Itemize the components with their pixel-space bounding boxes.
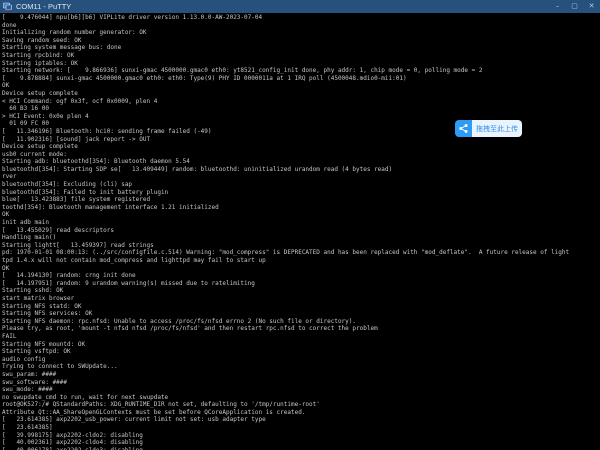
terminal-line: Starting NFS statd: OK xyxy=(2,303,600,311)
terminal-line: Starting rpcbind: OK xyxy=(2,52,600,60)
terminal-line: Starting iptables: OK xyxy=(2,60,600,68)
terminal-line: Attribute Qt::AA_ShareOpenGLContexts mus… xyxy=(2,409,600,417)
terminal-line: bluetoothd[354]: Excluding (cli) sap xyxy=(2,181,600,189)
terminal-line: Trying to connect to SWUpdate... xyxy=(2,363,600,371)
terminal-line: swu_software: #### xyxy=(2,379,600,387)
terminal-line: [ 23.614385] xyxy=(2,424,600,432)
terminal-line: Device setup complete xyxy=(2,143,600,151)
terminal-line: root@OK527:/# QStandardPaths: XDG_RUNTIM… xyxy=(2,401,600,409)
maximize-button[interactable]: ▢ xyxy=(566,0,583,13)
terminal-line: Device setup complete xyxy=(2,90,600,98)
terminal-line: [ 23.614385] axp2202_usb_power: current … xyxy=(2,416,600,424)
terminal-line: [ 9.476044] npu[b6][b6] VIPLite driver v… xyxy=(2,14,600,22)
terminal-line: Saving random seed: OK xyxy=(2,37,600,45)
terminal-line: Starting lightt[ 13.459397] read strings xyxy=(2,242,600,250)
titlebar[interactable]: COM11 - PuTTY – ▢ ✕ xyxy=(0,0,600,13)
terminal-line: done xyxy=(2,22,600,30)
close-button[interactable]: ✕ xyxy=(583,0,600,13)
terminal-line: Starting NFS services: OK xyxy=(2,310,600,318)
upload-overlay-label: 拖拽至此上传 xyxy=(472,120,522,137)
terminal-line: no swupdate_cmd to run, wait for next sw… xyxy=(2,394,600,402)
terminal-line: pd: 1970-01-01 08:00:13: (../src/configf… xyxy=(2,249,600,257)
terminal-line: Starting sshd: OK xyxy=(2,287,600,295)
terminal-line: init adb main xyxy=(2,219,600,227)
terminal-line: usb0 current mode: xyxy=(2,151,600,159)
terminal-line: Starting NFS daemon: rpc.nfsd: Unable to… xyxy=(2,318,600,326)
terminal-line: Starting network: [ 9.866936] sunxi-gmac… xyxy=(2,67,600,75)
putty-app-icon xyxy=(3,2,12,11)
upload-overlay-button[interactable]: 拖拽至此上传 xyxy=(455,120,522,137)
share-upload-icon xyxy=(455,120,472,137)
window-title: COM11 - PuTTY xyxy=(16,0,549,13)
terminal-line: toothd[354]: Bluetooth management interf… xyxy=(2,204,600,212)
terminal-line: start matrix browser xyxy=(2,295,600,303)
terminal-line: [ 39.998175] axp2202-cldo2: disabling xyxy=(2,432,600,440)
terminal-line: < HCI Command: ogf 0x3f, ocf 0x0009, ple… xyxy=(2,98,600,106)
terminal-output[interactable]: [ 9.476044] npu[b6][b6] VIPLite driver v… xyxy=(0,13,600,450)
terminal-line: Starting adb: bluetoothd[354]: Bluetooth… xyxy=(2,158,600,166)
terminal-line: [ 13.455029] read descriptors xyxy=(2,227,600,235)
terminal-line: [ 14.197951] random: 9 urandom warning(s… xyxy=(2,280,600,288)
putty-window: { "window": { "title": "COM11 - PuTTY", … xyxy=(0,0,600,450)
minimize-button[interactable]: – xyxy=(549,0,566,13)
terminal-line: bluetoothd[354]: Failed to init battery … xyxy=(2,189,600,197)
terminal-line: [ 40.002361] axp2202-cldo4: disabling xyxy=(2,439,600,447)
terminal-line: Starting NFS mountd: OK xyxy=(2,341,600,349)
terminal-line: rver xyxy=(2,173,600,181)
terminal-line: OK xyxy=(2,265,600,273)
terminal-line: audio config xyxy=(2,356,600,364)
terminal-line: [ 14.194130] random: crng init done xyxy=(2,272,600,280)
terminal-line: swu_param: #### xyxy=(2,371,600,379)
terminal-line: [ 9.878884] sunxi-gmac 4500000.gmac0 eth… xyxy=(2,75,600,83)
terminal-line: Starting system message bus: done xyxy=(2,44,600,52)
terminal-line: FAIL xyxy=(2,333,600,341)
terminal-line: 60 B3 16 00 xyxy=(2,105,600,113)
terminal-line: OK xyxy=(2,82,600,90)
terminal-line: tpd 1.4.x will not contain mod_compress … xyxy=(2,257,600,265)
terminal-line: Starting vsftpd: OK xyxy=(2,348,600,356)
terminal-line: OK xyxy=(2,211,600,219)
terminal-line: swu_mode: #### xyxy=(2,386,600,394)
terminal-line: bluetoothd[354]: Starting SDP se[ 13.409… xyxy=(2,166,600,174)
terminal-line: Handling main() xyxy=(2,234,600,242)
terminal-line: Initializing random number generator: OK xyxy=(2,29,600,37)
terminal-line: Please try, as root, 'mount -t nfsd nfsd… xyxy=(2,325,600,333)
terminal-line: blue[ 13.423883] file system registered xyxy=(2,196,600,204)
